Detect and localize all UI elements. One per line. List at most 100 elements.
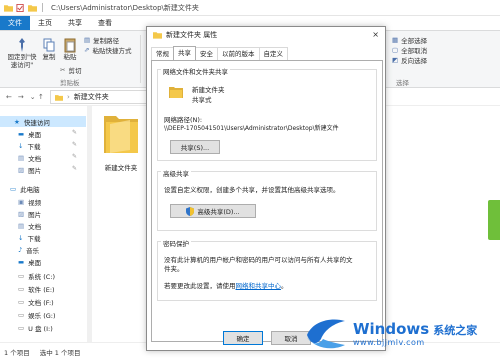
nav-item-drive-e[interactable]: ▭ 软件 (E:)	[18, 284, 55, 294]
folder-icon	[4, 4, 13, 12]
tab-security[interactable]: 安全	[195, 47, 218, 60]
window-title-path: C:\Users\Administrator\Desktop\新建文件夹	[51, 3, 199, 12]
network-sharing-center-link[interactable]: 网络和共享中心	[236, 282, 282, 290]
nav-item-drive-c[interactable]: ▭ 系统 (C:)	[18, 271, 55, 281]
invert-select-icon: ◩	[392, 56, 399, 64]
up-arrow-icon[interactable]: ↑	[38, 93, 44, 101]
new-folder-icon[interactable]	[28, 4, 37, 12]
watermark-text: Windows 系统之家 www.bjjmlv.com	[353, 320, 477, 347]
network-sharing-group: 网络文件和文件夹共享 新建文件夹 共享式 网络路径(N): \\DEEP-170…	[157, 66, 377, 161]
scissors-icon: ✂	[60, 66, 66, 74]
tab-general[interactable]: 常规	[151, 47, 174, 60]
tab-home[interactable]: 主页	[30, 16, 60, 30]
pin-icon[interactable]: ✎	[72, 129, 77, 136]
password-change-suffix: 。	[281, 282, 288, 290]
nav-item-pictures[interactable]: ▨ 图片	[18, 209, 41, 219]
share-button[interactable]: 共享(S)...	[170, 140, 220, 154]
pin-icon[interactable]: ✎	[72, 153, 77, 160]
nav-item-drive-i[interactable]: ▭ U 盘 (I:)	[18, 323, 53, 333]
paste-button[interactable]: 粘贴	[60, 37, 80, 61]
nav-item-label: U 盘 (I:)	[28, 325, 53, 333]
nav-item-documents[interactable]: ▤ 文档	[18, 221, 41, 231]
dropdown-chevron-icon[interactable]: ⌄	[30, 93, 36, 101]
sharing-panel: 网络文件和文件夹共享 新建文件夹 共享式 网络路径(N): \\DEEP-170…	[151, 60, 383, 342]
nav-item-label: 图片	[28, 167, 42, 175]
nav-this-pc-label: 此电脑	[20, 186, 40, 194]
copy-path-button[interactable]: ▤ 复制路径	[84, 35, 119, 45]
nav-item-label: 文档 (F:)	[28, 299, 54, 307]
copy-path-icon: ▤	[84, 36, 91, 44]
cut-button[interactable]: ✂ 剪切	[60, 65, 81, 75]
properties-dialog: 新建文件夹 属性 × 常规 共享 安全 以前的版本 自定义 网络文件和文件夹共享…	[146, 26, 386, 351]
nav-item-label: 桌面	[28, 131, 42, 139]
invert-select-button[interactable]: ◩ 反向选择	[392, 55, 427, 65]
nav-item-downloads[interactable]: ↓ 下载	[18, 233, 40, 243]
drive-icon: ▭	[18, 311, 25, 319]
status-item-count: 1 个项目	[4, 349, 30, 357]
folder-icon	[153, 32, 162, 39]
watermark-site-cn: 系统之家	[433, 324, 478, 337]
nav-item-drive-g[interactable]: ▭ 娱乐 (G:)	[18, 310, 56, 320]
nav-item-desktop[interactable]: ▬ 桌面	[18, 257, 41, 267]
close-icon[interactable]: ×	[372, 30, 379, 39]
document-icon: ▤	[18, 154, 25, 162]
drive-icon: ▭	[18, 285, 25, 293]
nav-item-documents[interactable]: ▤ 文档	[18, 153, 41, 163]
copy-button[interactable]: 复制	[40, 37, 58, 61]
advanced-sharing-button[interactable]: 高级共享(D)...	[170, 204, 256, 218]
download-icon: ↓	[18, 234, 24, 242]
tab-share[interactable]: 共享	[60, 16, 90, 30]
tab-customize[interactable]: 自定义	[258, 47, 288, 60]
pin-icon	[19, 38, 25, 52]
nav-item-downloads[interactable]: ↓ 下载	[18, 141, 40, 151]
nav-item-pictures[interactable]: ▨ 图片	[18, 165, 41, 175]
paste-shortcut-button[interactable]: ⇗ 粘贴快捷方式	[84, 45, 131, 55]
checkbox-icon[interactable]	[16, 3, 25, 12]
paste-label: 粘贴	[63, 53, 77, 61]
folder-icon	[55, 94, 63, 101]
navigation-pane: ★ 快速访问 ▬ 桌面 ✎ ↓ 下载 ✎ ▤ 文档 ✎ ▨ 图片 ✎ ▭ 此电脑…	[0, 106, 92, 342]
paste-shortcut-icon: ⇗	[84, 46, 90, 54]
pin-icon[interactable]: ✎	[72, 165, 77, 172]
nav-this-pc[interactable]: ▭ 此电脑	[10, 184, 40, 194]
pin-icon[interactable]: ✎	[72, 141, 77, 148]
advanced-sharing-desc: 设置自定义权限，创建多个共享，并设置其他高级共享选项。	[164, 186, 340, 194]
nav-item-music[interactable]: ♪ 音乐	[18, 245, 39, 255]
watermark-brand: Windows	[353, 320, 430, 338]
address-box[interactable]: › 新建文件夹	[50, 90, 150, 104]
password-change-prefix: 若要更改此设置，请使用	[164, 282, 236, 290]
drive-icon: ▭	[18, 272, 25, 280]
pin-quick-access-button[interactable]: 固定到"快速访问"	[6, 37, 38, 69]
nav-item-label: 视频	[28, 199, 42, 207]
cancel-button-label: 取消	[284, 335, 298, 343]
password-protection-group: 密码保护 没有此计算机的用户帐户和密码的用户可以访问与所有人共享的文 件夹。 若…	[157, 238, 377, 301]
advanced-sharing-button-label: 高级共享(D)...	[197, 208, 240, 216]
drive-icon: ▭	[18, 298, 25, 306]
nav-item-desktop[interactable]: ▬ 桌面	[18, 129, 41, 139]
computer-icon: ▭	[10, 185, 17, 193]
select-none-button[interactable]: ▢ 全部取消	[392, 45, 427, 55]
explorer-titlebar: C:\Users\Administrator\Desktop\新建文件夹	[0, 0, 500, 16]
shield-icon	[186, 206, 195, 216]
select-all-label: 全部选择	[401, 37, 428, 45]
ok-button[interactable]: 确定	[223, 331, 263, 345]
back-arrow-icon[interactable]: ←	[6, 93, 12, 101]
ribbon-divider	[140, 35, 141, 83]
folder-item[interactable]: 新建文件夹	[96, 110, 146, 172]
nav-quick-access[interactable]: ★ 快速访问	[0, 116, 86, 127]
paste-icon	[64, 38, 76, 53]
cut-label: 剪切	[68, 67, 82, 75]
select-none-icon: ▢	[392, 46, 399, 54]
forward-arrow-icon[interactable]: →	[18, 93, 24, 101]
nav-item-drive-f[interactable]: ▭ 文档 (F:)	[18, 297, 54, 307]
tab-sharing[interactable]: 共享	[173, 46, 196, 60]
select-none-label: 全部取消	[401, 47, 428, 55]
select-all-button[interactable]: ▦ 全部选择	[392, 35, 427, 45]
select-all-icon: ▦	[392, 36, 399, 44]
tab-previous-versions[interactable]: 以前的版本	[217, 47, 260, 60]
nav-item-videos[interactable]: ▣ 视频	[18, 197, 41, 207]
nav-item-label: 音乐	[26, 247, 40, 255]
tab-file[interactable]: 文件	[0, 16, 30, 30]
tab-view[interactable]: 查看	[90, 16, 120, 30]
nav-item-label: 文档	[28, 223, 42, 231]
